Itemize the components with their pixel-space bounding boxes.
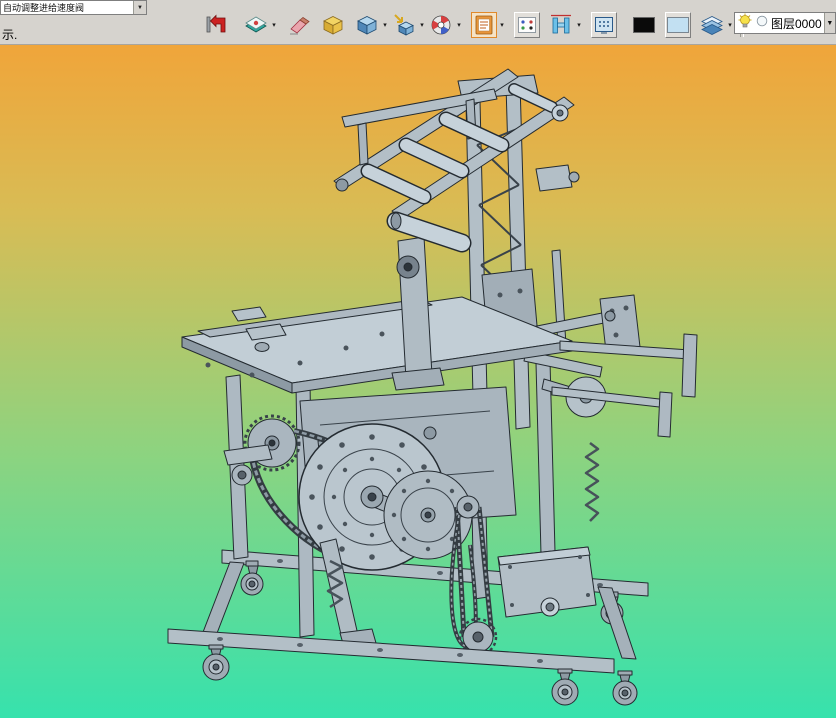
main-toolbar: ▾ ▾ ▾ ▾ ▾ ▾ ▾ [202,11,749,39]
chevron-down-icon[interactable]: ▼ [133,1,146,14]
grid-screen-icon [592,13,616,37]
base-front-rail [167,628,615,674]
blue-cube-icon [355,13,379,37]
base-brace-left [199,561,245,642]
view-shaded-button[interactable] [354,12,380,38]
spring [584,442,600,522]
yellow-cube-icon [321,13,345,37]
layers-button[interactable] [699,12,725,38]
machine-model [167,68,698,706]
bg-color-black-button[interactable] [631,12,657,38]
grid-display-button[interactable] [591,12,617,38]
viewport[interactable] [0,45,836,718]
caster-front-left [202,644,230,681]
render-mode-button[interactable] [243,12,269,38]
prompt-dropdown[interactable]: 自动调整进给速度阀 ▼ [0,0,147,15]
chevron-down-icon[interactable]: ▾ [418,21,426,29]
cube-arrow-icon [392,13,416,37]
dots-box-icon [515,13,539,37]
snap-points-button[interactable] [514,12,540,38]
black-swatch [633,17,655,33]
color-wheel-icon [429,13,453,37]
layer-select-combo[interactable]: 图层0000 ▼ [734,12,836,34]
chevron-down-icon[interactable]: ▾ [575,21,583,29]
chevron-down-icon[interactable]: ▾ [381,21,389,29]
blue-swatch [667,17,689,33]
back-arrow-icon [204,13,228,37]
material-board-button[interactable] [471,12,497,38]
prompt-dropdown-text: 自动调整进给速度阀 [3,3,85,13]
circle-icon [755,14,769,33]
caster-front-mid [551,668,579,706]
view-direction-button[interactable] [391,12,417,38]
layer-name-label: 图层0000 [771,16,822,31]
lightbulb-icon [737,13,753,34]
caster-front-right [612,670,638,706]
render-plate-icon [244,13,268,37]
eraser-icon [287,13,311,37]
layers-icon [700,13,724,37]
chevron-down-icon[interactable]: ▾ [270,21,278,29]
chevron-down-icon[interactable]: ▼ [823,13,835,33]
chevron-down-icon[interactable]: ▾ [455,21,463,29]
measure-hbeam-icon [549,13,573,37]
chevron-down-icon[interactable]: ▾ [498,21,506,29]
bg-color-blue-button[interactable] [665,12,691,38]
view-iso-button[interactable] [320,12,346,38]
cad-application-window: 自动调整进给速度阀 ▼ 示. ▾ ▾ ▾ ▾ ▾ ▾ ▾ 图层0000 ▼ [0,0,836,718]
hint-text: 示. [2,28,18,42]
chevron-down-icon[interactable]: ▾ [726,21,734,29]
top-toolbar-bar: 自动调整进给速度阀 ▼ 示. ▾ ▾ ▾ ▾ ▾ ▾ ▾ 图层0000 ▼ [0,0,836,45]
color-wheel-button[interactable] [428,12,454,38]
undo-back-button[interactable] [203,12,229,38]
gearbox [497,546,597,618]
eraser-button[interactable] [286,12,312,38]
measure-button[interactable] [548,12,574,38]
orange-clipboard-icon [472,13,496,37]
